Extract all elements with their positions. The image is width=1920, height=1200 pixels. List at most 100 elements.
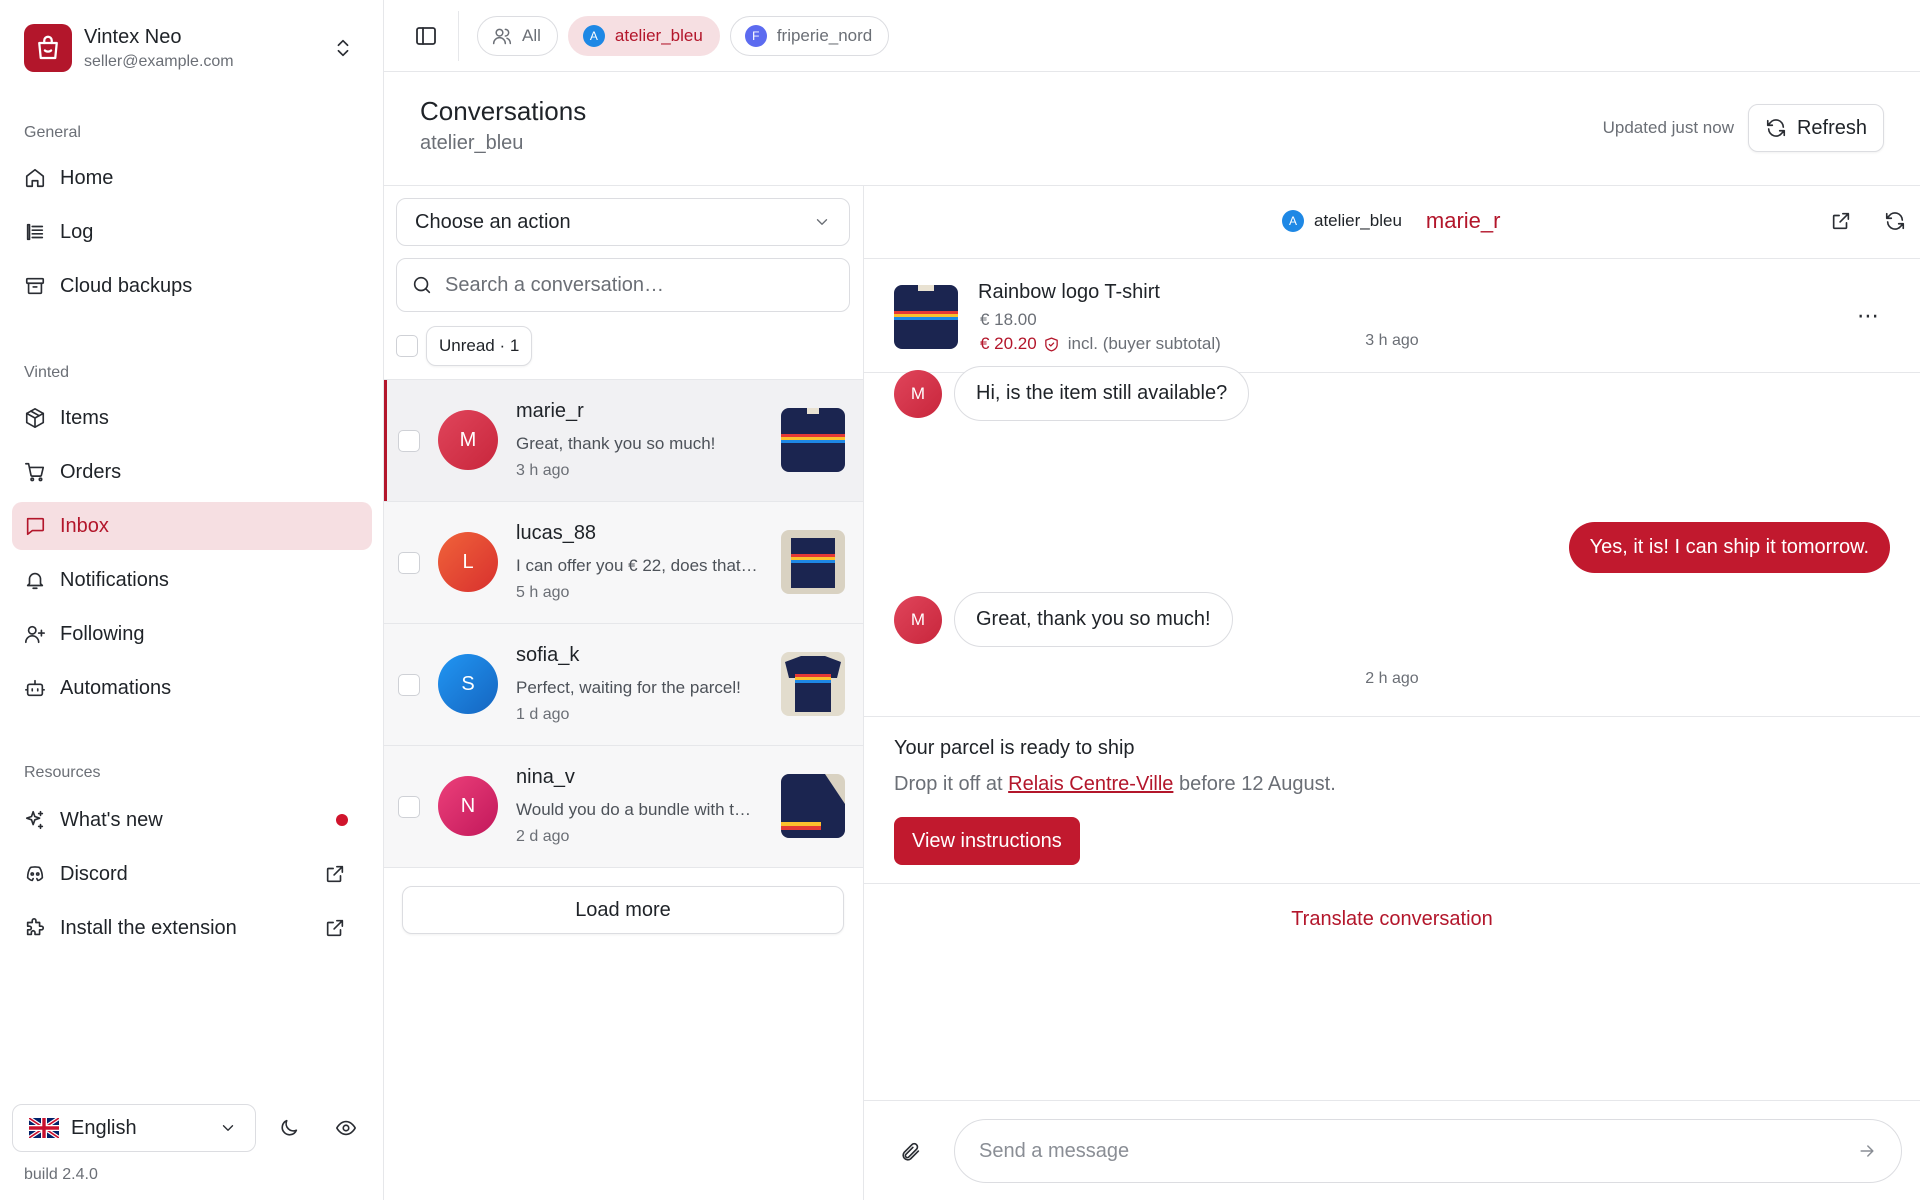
conversation-rows: M marie_r Great, thank you so much! 3 h … [384,379,863,868]
conversation-row[interactable]: M marie_r Great, thank you so much! 3 h … [384,380,863,502]
sidebar-item-discord[interactable]: Discord [12,850,372,898]
conversation-time: 3 h ago [516,462,570,479]
bulk-action-select[interactable]: Choose an action [396,198,850,246]
account-name: Vintex Neo [84,25,182,48]
conversation-preview: Great, thank you so much! [516,434,716,453]
sidebar: Vintex Neo seller@example.com General Ho… [0,0,384,1200]
view-instructions-button[interactable]: View instructions [894,817,1080,865]
conversation-name: sofia_k [516,644,580,666]
avatar: M [894,369,942,418]
load-more-button[interactable]: Load more [402,886,844,934]
conversation-row[interactable]: L lucas_88 I can offer you € 22, does th… [384,502,863,624]
sidebar-item-label: Notifications [60,568,169,591]
select-all-checkbox[interactable] [396,335,418,357]
sidebar-item-label: Orders [60,460,122,483]
sidebar-item-label: Install the extension [60,916,237,939]
conversation-row[interactable]: S sofia_k Perfect, waiting for the parce… [384,624,863,746]
moon-icon[interactable] [278,1117,300,1139]
external-link-icon [326,865,344,883]
sidebar-item-install-extension[interactable]: Install the extension [12,904,372,952]
chip-label: friperie_nord [776,25,873,45]
section-label-resources: Resources [24,764,101,781]
chat-header: A atelier_bleu marie_r [864,186,1920,259]
message-incoming: M Great, thank you so much! [894,592,1233,647]
discord-icon [26,866,44,882]
message-input-box [954,1119,1902,1183]
refresh-icon [1766,119,1786,137]
sidebar-item-items[interactable]: Items [12,394,372,442]
row-checkbox[interactable] [398,796,420,818]
topbar-divider [458,10,459,61]
search-box [396,258,850,312]
uk-flag-icon [29,1118,59,1138]
conversation-preview: I can offer you € 22, does that work? [516,556,760,575]
user-plus-icon [25,625,45,644]
conversation-time: 5 h ago [516,584,570,601]
language-select[interactable]: English [12,1104,256,1152]
shipping-description: Drop it off at Relais Centre-Ville befor… [894,773,1336,796]
account-avatar: F [744,24,767,47]
paperclip-icon[interactable] [900,1141,922,1163]
sidebar-item-notifications[interactable]: Notifications [12,556,372,604]
build-version: build 2.4.0 [24,1166,98,1183]
row-checkbox[interactable] [398,674,420,696]
sidebar-item-orders[interactable]: Orders [12,448,372,496]
account-avatar: A [582,24,605,47]
refresh-icon[interactable] [1884,210,1906,232]
sidebar-toggle-icon[interactable] [414,24,438,48]
sidebar-item-home[interactable]: Home [12,154,372,202]
new-indicator-dot [336,814,348,826]
account-chip-atelier-bleu[interactable]: A atelier_bleu [567,15,720,56]
chat-username[interactable]: marie_r [1426,208,1501,234]
bell-icon [26,572,44,590]
conversation-name: nina_v [516,766,575,788]
avatar: L [438,532,498,592]
account-switcher[interactable]: Vintex Neo seller@example.com [24,22,364,74]
sidebar-item-label: What's new [60,808,163,831]
item-thumbnail [781,652,845,716]
sidebar-item-automations[interactable]: Automations [12,664,372,712]
account-chip-friperie-nord[interactable]: F friperie_nord [729,15,890,56]
product-title[interactable]: Rainbow logo T-shirt [978,281,1160,304]
eye-icon[interactable] [335,1117,357,1139]
sidebar-item-label: Items [60,406,109,429]
conversation-name: marie_r [516,400,584,422]
puzzle-icon [26,918,45,936]
account-chip-all[interactable]: All [477,15,558,56]
message-timestamp: 2 h ago [1365,670,1419,687]
row-checkbox[interactable] [398,430,420,452]
send-arrow-icon[interactable] [1857,1141,1877,1161]
chip-label: All [522,25,541,45]
section-label-general: General [24,124,81,141]
external-link-icon [326,919,344,937]
external-link-icon[interactable] [1830,210,1852,232]
sidebar-item-cloud-backups[interactable]: Cloud backups [12,262,372,310]
bot-icon [25,679,45,697]
translate-conversation-link[interactable]: Translate conversation [864,908,1920,931]
item-thumbnail [781,774,845,838]
conversation-time: 1 d ago [516,706,570,723]
page-header: Conversations atelier_bleu Updated just … [384,72,1920,186]
conversation-row[interactable]: N nina_v Would you do a bundle with the … [384,746,863,868]
drop-off-location-link[interactable]: Relais Centre-Ville [1008,773,1173,795]
sidebar-item-inbox[interactable]: Inbox [12,502,372,550]
chevron-down-icon [222,1125,234,1131]
sidebar-item-log[interactable]: Log [12,208,372,256]
search-input[interactable] [445,273,825,297]
message-outgoing: Yes, it is! I can ship it tomorrow. [1568,522,1890,573]
message-input[interactable] [979,1139,1857,1163]
conversation-preview: Perfect, waiting for the parcel! [516,678,741,697]
refresh-label: Refresh [1796,116,1867,139]
more-options-button[interactable]: ⋯ [1857,303,1880,329]
sidebar-item-label: Inbox [60,514,109,537]
updated-status: Updated just now [1602,118,1734,137]
sidebar-item-whats-new[interactable]: What's new [12,796,372,844]
unread-filter[interactable]: Unread · 1 [426,326,533,366]
row-checkbox[interactable] [398,552,420,574]
shipping-notice: Your parcel is ready to ship Drop it off… [864,716,1920,884]
chevron-down-icon [816,219,828,225]
sidebar-item-label: Discord [60,862,128,885]
account-avatar: A [1282,210,1304,232]
sidebar-item-following[interactable]: Following [12,610,372,658]
refresh-button[interactable]: Refresh [1747,104,1884,152]
